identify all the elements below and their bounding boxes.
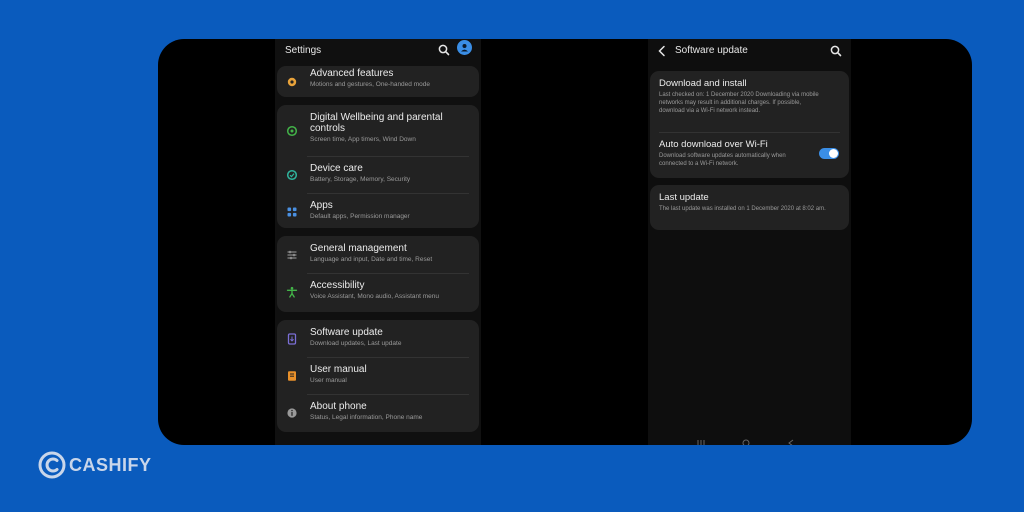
last-update-card: Last update The last update was installe… xyxy=(650,185,849,230)
recent-apps-icon[interactable] xyxy=(697,440,705,445)
item-title: Device care xyxy=(310,163,363,174)
manual-icon xyxy=(288,370,296,381)
item-subtitle: Battery, Storage, Memory, Security xyxy=(310,176,411,183)
search-icon[interactable] xyxy=(437,43,451,57)
info-icon xyxy=(287,407,297,418)
item-title: Software update xyxy=(310,327,383,338)
settings-item-about-phone[interactable]: About phone Status, Legal information, P… xyxy=(277,394,479,431)
settings-header: Settings xyxy=(275,39,481,61)
item-title: User manual xyxy=(310,364,367,375)
navigation-bar xyxy=(697,439,794,445)
download-and-install-row[interactable]: Download and install Last checked on: 1 … xyxy=(650,71,849,132)
item-subtitle: Language and input, Date and time, Reset xyxy=(310,256,433,263)
cashify-logo: CASHIFY xyxy=(37,450,152,480)
auto-download-row[interactable]: Auto download over Wi-Fi Download softwa… xyxy=(650,132,849,178)
toggle-knob xyxy=(829,149,838,158)
software-update-screen: Software update Download and install Las… xyxy=(648,39,851,445)
profile-avatar-icon[interactable] xyxy=(457,40,472,55)
device-care-icon xyxy=(286,169,298,180)
settings-item-accessibility[interactable]: Accessibility Voice Assistant, Mono audi… xyxy=(277,273,479,310)
item-subtitle: Screen time, App timers, Wind Down xyxy=(310,136,416,143)
update-options-card: Download and install Last checked on: 1 … xyxy=(650,71,849,178)
auto-download-toggle[interactable] xyxy=(819,148,839,159)
item-subtitle: Motions and gestures, One-handed mode xyxy=(310,81,430,88)
item-title: General management xyxy=(310,243,407,254)
settings-item-device-care[interactable]: Device care Battery, Storage, Memory, Se… xyxy=(277,156,479,193)
settings-item-user-manual[interactable]: User manual User manual xyxy=(277,357,479,394)
wellbeing-icon xyxy=(286,125,298,136)
item-subtitle: Voice Assistant, Mono audio, Assistant m… xyxy=(310,293,439,300)
back-arrow-icon[interactable] xyxy=(657,45,667,57)
item-title: Digital Wellbeing and parental controls xyxy=(310,112,443,134)
auto-download-title: Auto download over Wi-Fi xyxy=(659,139,768,150)
home-icon[interactable] xyxy=(742,439,750,445)
gear-star-icon xyxy=(287,77,297,86)
sliders-icon xyxy=(287,250,297,259)
item-title: Apps xyxy=(310,200,333,211)
item-subtitle: Download updates, Last update xyxy=(310,340,402,347)
download-title: Download and install xyxy=(659,78,747,89)
page-title: Software update xyxy=(675,45,748,56)
last-update-row[interactable]: Last update The last update was installe… xyxy=(650,185,849,219)
brand-name: CASHIFY xyxy=(69,454,152,475)
settings-item-digital-wellbeing[interactable]: Digital Wellbeing and parental controls … xyxy=(277,105,479,156)
item-title: Advanced features xyxy=(310,68,394,79)
screenshot-frame: Settings Advanced features Motions and g… xyxy=(158,39,972,445)
item-subtitle: User manual xyxy=(310,377,347,384)
search-icon[interactable] xyxy=(829,44,843,58)
auto-download-subtitle: Download software updates automatically … xyxy=(659,153,786,167)
settings-item-general-management[interactable]: General management Language and input, D… xyxy=(277,236,479,273)
settings-item-software-update[interactable]: Software update Download updates, Last u… xyxy=(277,320,479,357)
page-title: Settings xyxy=(285,44,322,56)
cashify-logo-icon xyxy=(38,451,66,479)
software-update-icon xyxy=(287,332,297,345)
accessibility-icon xyxy=(286,286,298,298)
settings-group-3: General management Language and input, D… xyxy=(277,236,479,312)
item-title: Accessibility xyxy=(310,280,365,291)
settings-item-apps[interactable]: Apps Default apps, Permission manager xyxy=(277,193,479,230)
settings-screen: Settings Advanced features Motions and g… xyxy=(275,39,481,445)
settings-group-1: Advanced features Motions and gestures, … xyxy=(277,66,479,97)
item-title: About phone xyxy=(310,401,367,412)
last-update-subtitle: The last update was installed on 1 Decem… xyxy=(659,206,826,212)
settings-item-advanced-features[interactable]: Advanced features Motions and gestures, … xyxy=(277,66,479,97)
download-subtitle: Last checked on: 1 December 2020 Downloa… xyxy=(659,92,819,114)
item-subtitle: Default apps, Permission manager xyxy=(310,213,410,220)
last-update-title: Last update xyxy=(659,192,709,203)
settings-group-4: Software update Download updates, Last u… xyxy=(277,320,479,432)
back-nav-icon[interactable] xyxy=(788,439,794,445)
settings-group-2: Digital Wellbeing and parental controls … xyxy=(277,105,479,228)
apps-grid-icon xyxy=(287,207,297,216)
software-update-header: Software update xyxy=(648,39,851,63)
item-subtitle: Status, Legal information, Phone name xyxy=(310,414,423,421)
